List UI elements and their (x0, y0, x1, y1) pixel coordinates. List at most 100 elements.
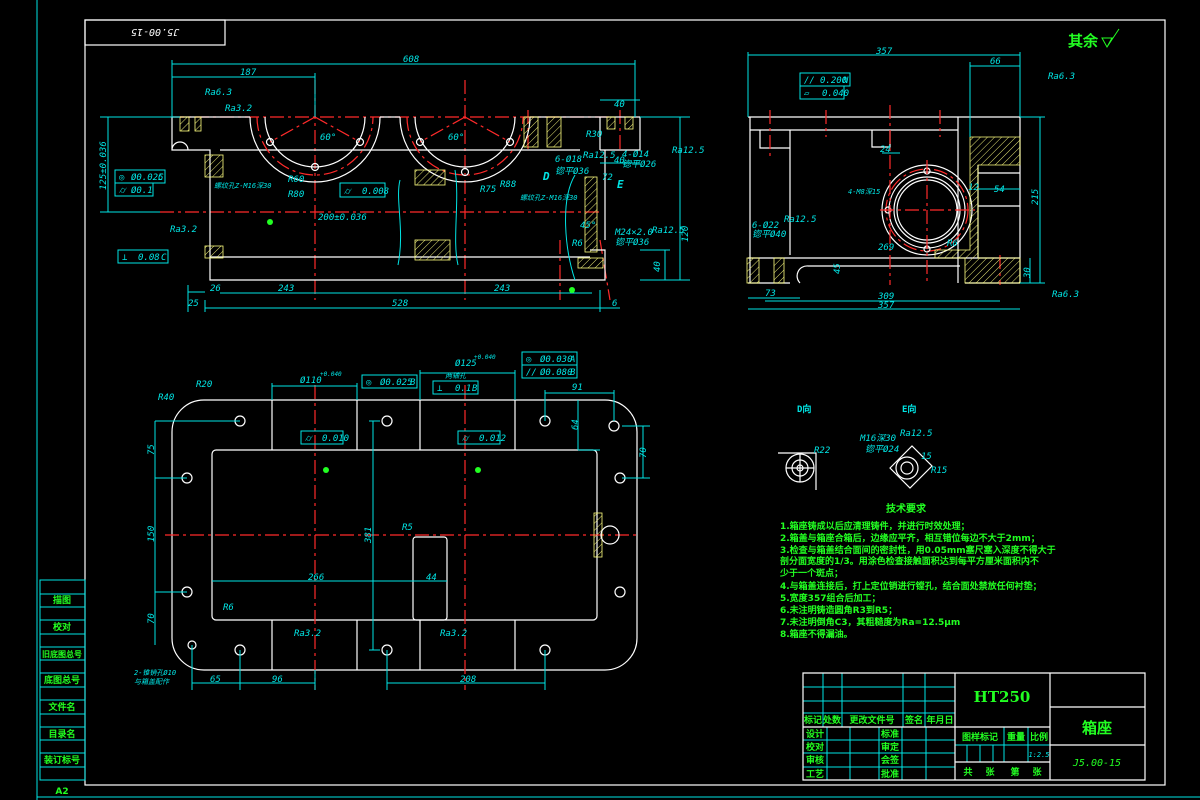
datum-marker-icon (323, 467, 329, 473)
svg-text:C: C (158, 173, 164, 183)
dim-label: R20 (196, 380, 212, 390)
signoff-label: 审定 (881, 741, 900, 753)
dim-label: 266 (308, 573, 324, 583)
dim-tolerance: +0.040 (320, 371, 342, 378)
technical-requirements: 技术要求 1.箱座铸成以后应清理铸件，并进行时效处理； 2.箱盖与箱座合箱后，边… (779, 502, 1056, 640)
left-side-table: 描图 校对 旧底图总号 底图总号 文件名 目录名 装订标号 A2 (39, 579, 86, 797)
dim-label: 65 (210, 675, 221, 685)
dim-label: 381 (364, 527, 374, 544)
dim-label: 70 (639, 447, 649, 458)
signoff-label: 审核 (806, 754, 824, 766)
svg-text:Ø0.025: Ø0.025 (380, 377, 413, 388)
signoff-label: 设计 (806, 728, 824, 740)
left-table-label: 旧底图总号 (42, 649, 82, 659)
tech-line: 5.宽度357组合后加工； (780, 592, 880, 604)
sheet-info: 第 (1010, 766, 1019, 778)
svg-text:0.010: 0.010 (322, 434, 349, 444)
svg-text:B: B (472, 384, 478, 394)
dim-label: 75 (147, 444, 157, 455)
svg-text:0.08: 0.08 (138, 253, 160, 263)
side-view: 357 66 Ra6.3 24 215 54 12 4-M8深15 6-Ø22 … (746, 47, 1079, 311)
title-block: HT250 箱座 J5.00-15 标记 处数 更改文件号 签名 年月日 设计 … (802, 672, 1146, 781)
svg-text:0.012: 0.012 (479, 434, 506, 444)
view-e-title: E向 (902, 403, 916, 415)
dim-label: 锪平Ø24 (865, 444, 899, 455)
dim-label: 6-Ø18 (555, 154, 582, 165)
dim-label: 357 (875, 47, 893, 57)
dim-label: 12 (968, 183, 979, 193)
fcf-cylindricity: ⌭ Ø0.1 (114, 182, 154, 197)
scale-value: 1:2.5 (1028, 751, 1049, 759)
dim-label: R6 (947, 239, 958, 249)
tech-line: 剖分面宽度的1/3。用涂色检查接触面积达到每平方厘米面积内不 (780, 555, 1039, 567)
dim-label: R15 (931, 466, 947, 476)
fcf-concentricity-a: ◎ Ø0.030 A (521, 351, 578, 366)
pin-hole-note: 2-锥销孔Ø10 (134, 669, 176, 677)
code-box-text: J5.00-15 (131, 26, 180, 37)
dim-label: 66 (990, 57, 1001, 67)
roughness-label: Ra3.2 (294, 629, 321, 639)
svg-text:▱: ▱ (804, 89, 810, 99)
signoff-label: 工艺 (806, 768, 824, 780)
signoff-label: 标准 (880, 728, 899, 740)
svg-text://: // (526, 368, 537, 378)
dim-label: 45° (580, 221, 596, 231)
dim-label: 锪平Ø26 (622, 159, 656, 170)
pin-hole-note: 与箱盖配作 (134, 678, 170, 686)
tech-line: 2.箱盖与箱座合箱后，边缘应平齐，相互错位每边不大于2mm； (780, 532, 1040, 544)
svg-text:0.040: 0.040 (822, 89, 849, 99)
view-d: D向 R22 (778, 403, 830, 490)
dim-label: 150 (147, 526, 157, 542)
view-d-title: D向 (797, 403, 811, 415)
sheet-info: 张 (985, 766, 995, 778)
revision-header: 更改文件号 (849, 714, 894, 726)
thread-note: 螺纹孔Z-M16深30 (520, 194, 578, 202)
tech-line: 3.检查与箱盖结合面间的密封性，用0.05mm塞尺塞入深度不得大于 (780, 544, 1056, 556)
dim-label: 锪平Ø40 (752, 229, 786, 240)
dim-label: M24×2.0 (614, 228, 653, 238)
signoff-label: 会签 (881, 754, 900, 766)
dim-label: 200±0.036 (318, 213, 367, 223)
svg-text:A: A (569, 355, 575, 365)
svg-text:C: C (161, 253, 167, 263)
dim-label: 528 (392, 299, 408, 309)
dim-label: 25 (188, 299, 199, 309)
fcf-perpendicularity-b: ⊥ 0.1 B (432, 380, 479, 395)
dim-label: 4-Ø14 (622, 149, 649, 160)
datum-marker-icon (267, 219, 273, 225)
fcf-concentricity-b: ◎ Ø0.025 B (361, 374, 418, 389)
fcf-concentricity: ◎ Ø0.025 C (114, 169, 166, 184)
meta-header: 图样标记 (962, 731, 998, 743)
svg-text:⊥: ⊥ (437, 384, 443, 394)
dim-label: 40 (653, 261, 663, 272)
fcf-cylindricity-left: ⌭ 0.010 (300, 430, 349, 445)
roughness-label: Ra6.3 (205, 88, 232, 98)
roughness-label: Ra6.3 (1052, 290, 1079, 300)
dim-label: 70 (147, 613, 157, 624)
tech-line: 7.未注明倒角C3，其粗糙度为Ra=12.5μm (780, 616, 960, 628)
datum-note: 两轴孔 (445, 372, 467, 380)
dim-label: 锪平Ø36 (555, 166, 589, 177)
dim-label: 44 (426, 573, 437, 583)
part-name: 箱座 (1082, 719, 1112, 737)
view-marker-d: D (542, 170, 550, 183)
dim-label: 73 (765, 289, 776, 299)
dim-label: 243 (278, 284, 294, 294)
revision-header: 处数 (822, 714, 842, 726)
meta-header: 重量 (1007, 731, 1025, 743)
svg-text:B: B (570, 368, 576, 378)
roughness-label: Ra12.5 (652, 226, 685, 236)
dim-label: 608 (403, 55, 419, 65)
dim-label: 243 (494, 284, 510, 294)
dim-label: 125±0.036 (99, 141, 109, 190)
roughness-label: Ra12.5 (672, 146, 705, 156)
dim-label: 锪平Ø36 (615, 237, 649, 248)
fcf-parallelism: // 0.200 N (799, 72, 851, 87)
revision-header: 标记 (803, 714, 822, 726)
dim-label: 120 (681, 226, 691, 242)
dim-label: 15 (921, 452, 932, 462)
thread-note: 螺纹孔Z-M16深30 (214, 182, 272, 190)
roughness-label: Ra12.5 (900, 429, 933, 439)
svg-text:◎: ◎ (366, 378, 372, 388)
dim-label: 60° (320, 133, 336, 143)
